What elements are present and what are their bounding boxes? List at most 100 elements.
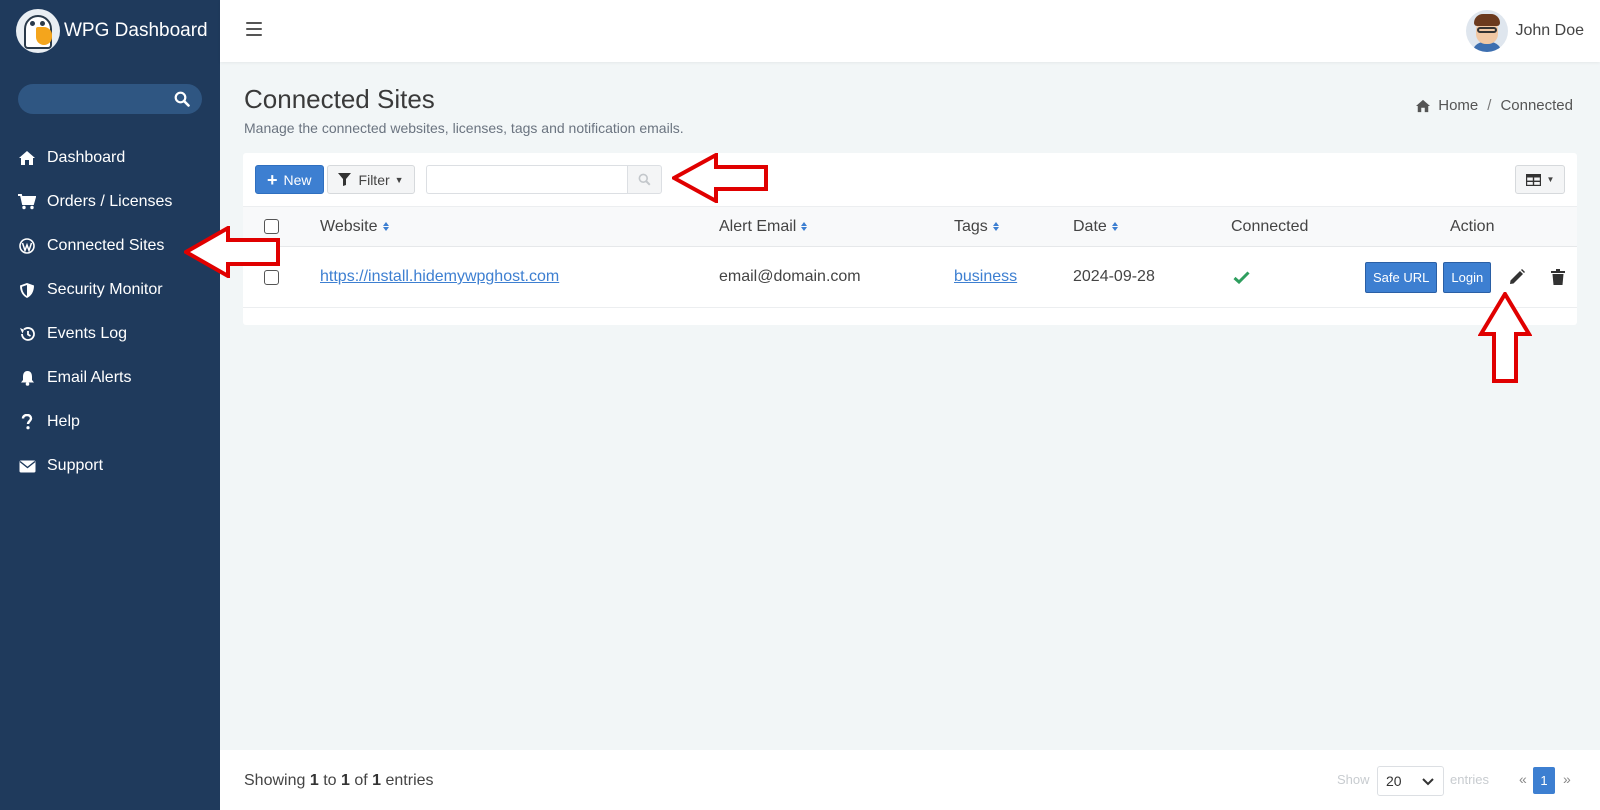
column-header-label: Connected — [1231, 217, 1309, 235]
breadcrumb-separator: / — [1487, 97, 1492, 114]
chevron-down-icon: ▼ — [394, 174, 404, 185]
action-cell: Safe URL Login — [1365, 247, 1566, 307]
tags-cell: business — [954, 247, 1017, 307]
column-header-alert-email[interactable]: Alert Email — [719, 207, 808, 246]
menu-toggle-icon[interactable] — [246, 22, 262, 36]
bell-icon — [18, 369, 36, 387]
table-row: https://install.hidemywpghost.com email@… — [243, 247, 1577, 308]
pencil-icon[interactable] — [1509, 269, 1526, 285]
entries-info-prefix: Showing — [244, 772, 306, 789]
sidebar-item-events-log[interactable]: Events Log — [0, 312, 220, 356]
entries-total: 1 — [372, 772, 382, 789]
pagination-page-1[interactable]: 1 — [1533, 767, 1555, 794]
brand[interactable]: WPG Dashboard — [0, 0, 220, 62]
entries-label: entries — [1450, 772, 1490, 787]
sidebar-search-input[interactable] — [18, 84, 202, 114]
column-header-label: Website — [320, 217, 378, 235]
column-header-date[interactable]: Date — [1073, 207, 1118, 246]
page-size-value: 20 — [1386, 773, 1402, 789]
filter-button[interactable]: Filter ▼ — [326, 165, 415, 194]
sidebar-item-support[interactable]: Support — [0, 444, 220, 488]
sort-icon[interactable] — [382, 222, 389, 231]
search-icon[interactable] — [174, 91, 190, 107]
search-icon — [638, 173, 651, 186]
table-columns-icon — [1525, 173, 1541, 186]
column-header-label: Action — [1450, 217, 1495, 235]
sidebar-item-label: Connected Sites — [47, 237, 165, 254]
annotation-arrow-left-icon — [672, 153, 768, 203]
top-header: John Doe — [220, 0, 1600, 62]
entries-of-word: of — [354, 772, 368, 789]
user-menu[interactable]: John Doe — [1465, 10, 1585, 52]
chevron-down-icon: ▼ — [1546, 175, 1555, 184]
sidebar-item-label: Orders / Licenses — [47, 193, 173, 210]
sidebar: WPG Dashboard Dashboard Orders / License… — [0, 0, 220, 810]
entries-to-word: to — [323, 772, 337, 789]
sidebar-nav: Dashboard Orders / Licenses Connected Si… — [0, 136, 220, 488]
annotation-arrow-up-icon — [1478, 292, 1532, 383]
table-search-button[interactable] — [626, 165, 662, 194]
sort-icon[interactable] — [1111, 222, 1118, 231]
column-header-label: Tags — [954, 217, 988, 235]
sidebar-item-label: Email Alerts — [47, 369, 132, 386]
safe-url-button[interactable]: Safe URL — [1365, 261, 1438, 293]
check-icon — [1233, 270, 1250, 284]
entries-to: 1 — [340, 772, 350, 789]
alert-email-cell: email@domain.com — [719, 268, 861, 285]
user-name[interactable]: John Doe — [1516, 22, 1585, 40]
sidebar-item-help[interactable]: Help — [0, 400, 220, 444]
table-toolbar: + New Filter ▼ — [255, 165, 662, 194]
avatar[interactable] — [1465, 10, 1508, 52]
plus-icon: + — [267, 169, 278, 190]
sidebar-item-orders[interactable]: Orders / Licenses — [0, 180, 220, 224]
column-header-action: Action — [1450, 207, 1494, 246]
sort-icon[interactable] — [992, 222, 999, 231]
column-visibility-button[interactable]: ▼ — [1515, 165, 1565, 194]
sidebar-item-label: Support — [47, 457, 104, 474]
envelope-icon — [18, 457, 36, 475]
page-size-select[interactable]: 20 — [1377, 766, 1444, 796]
column-header-website[interactable]: Website — [320, 207, 389, 246]
filter-icon — [337, 173, 351, 186]
question-icon — [18, 413, 36, 431]
website-cell: https://install.hidemywpghost.com — [320, 247, 559, 307]
shield-icon — [18, 281, 36, 299]
sites-table-card: + New Filter ▼ ▼ Website Alert Email Tag… — [243, 153, 1577, 325]
entries-suffix: entries — [385, 772, 434, 789]
pagination-prev[interactable]: « — [1519, 771, 1527, 787]
column-header-label: Alert Email — [719, 217, 797, 235]
website-link[interactable]: https://install.hidemywpghost.com — [320, 268, 559, 286]
show-label: Show — [1337, 772, 1370, 787]
table-search-input[interactable] — [425, 165, 627, 194]
ghost-logo-icon — [16, 9, 60, 53]
page-subtitle: Manage the connected websites, licenses,… — [244, 120, 684, 136]
login-button[interactable]: Login — [1443, 261, 1492, 293]
filter-button-label: Filter — [358, 171, 390, 188]
history-icon — [18, 325, 36, 343]
breadcrumb-home-link[interactable]: Home — [1438, 97, 1478, 114]
column-header-tags[interactable]: Tags — [954, 207, 999, 246]
column-header-label: Date — [1073, 217, 1107, 235]
app-title: WPG Dashboard — [64, 20, 208, 41]
breadcrumb-current: Connected — [1500, 97, 1573, 114]
new-site-button[interactable]: + New — [255, 165, 324, 194]
chevron-down-icon — [1422, 778, 1434, 786]
connected-cell — [1233, 247, 1250, 307]
pagination-next[interactable]: » — [1563, 771, 1571, 787]
sidebar-item-dashboard[interactable]: Dashboard — [0, 136, 220, 180]
sort-icon[interactable] — [801, 222, 808, 231]
home-icon — [1416, 99, 1431, 112]
sidebar-item-label: Help — [47, 413, 80, 430]
date-cell: 2024-09-28 — [1073, 268, 1155, 285]
entries-info: Showing 1 to 1 of 1 entries — [244, 772, 434, 790]
page-title: Connected Sites — [244, 84, 435, 114]
annotation-arrow-left-icon — [184, 226, 280, 278]
new-button-label: New — [283, 171, 312, 188]
sidebar-item-email-alerts[interactable]: Email Alerts — [0, 356, 220, 400]
entries-from: 1 — [309, 772, 319, 789]
sidebar-item-label: Dashboard — [47, 149, 126, 166]
wordpress-icon — [18, 237, 36, 255]
sidebar-item-label: Events Log — [47, 325, 128, 342]
tag-link[interactable]: business — [954, 268, 1017, 286]
trash-icon[interactable] — [1551, 269, 1566, 285]
